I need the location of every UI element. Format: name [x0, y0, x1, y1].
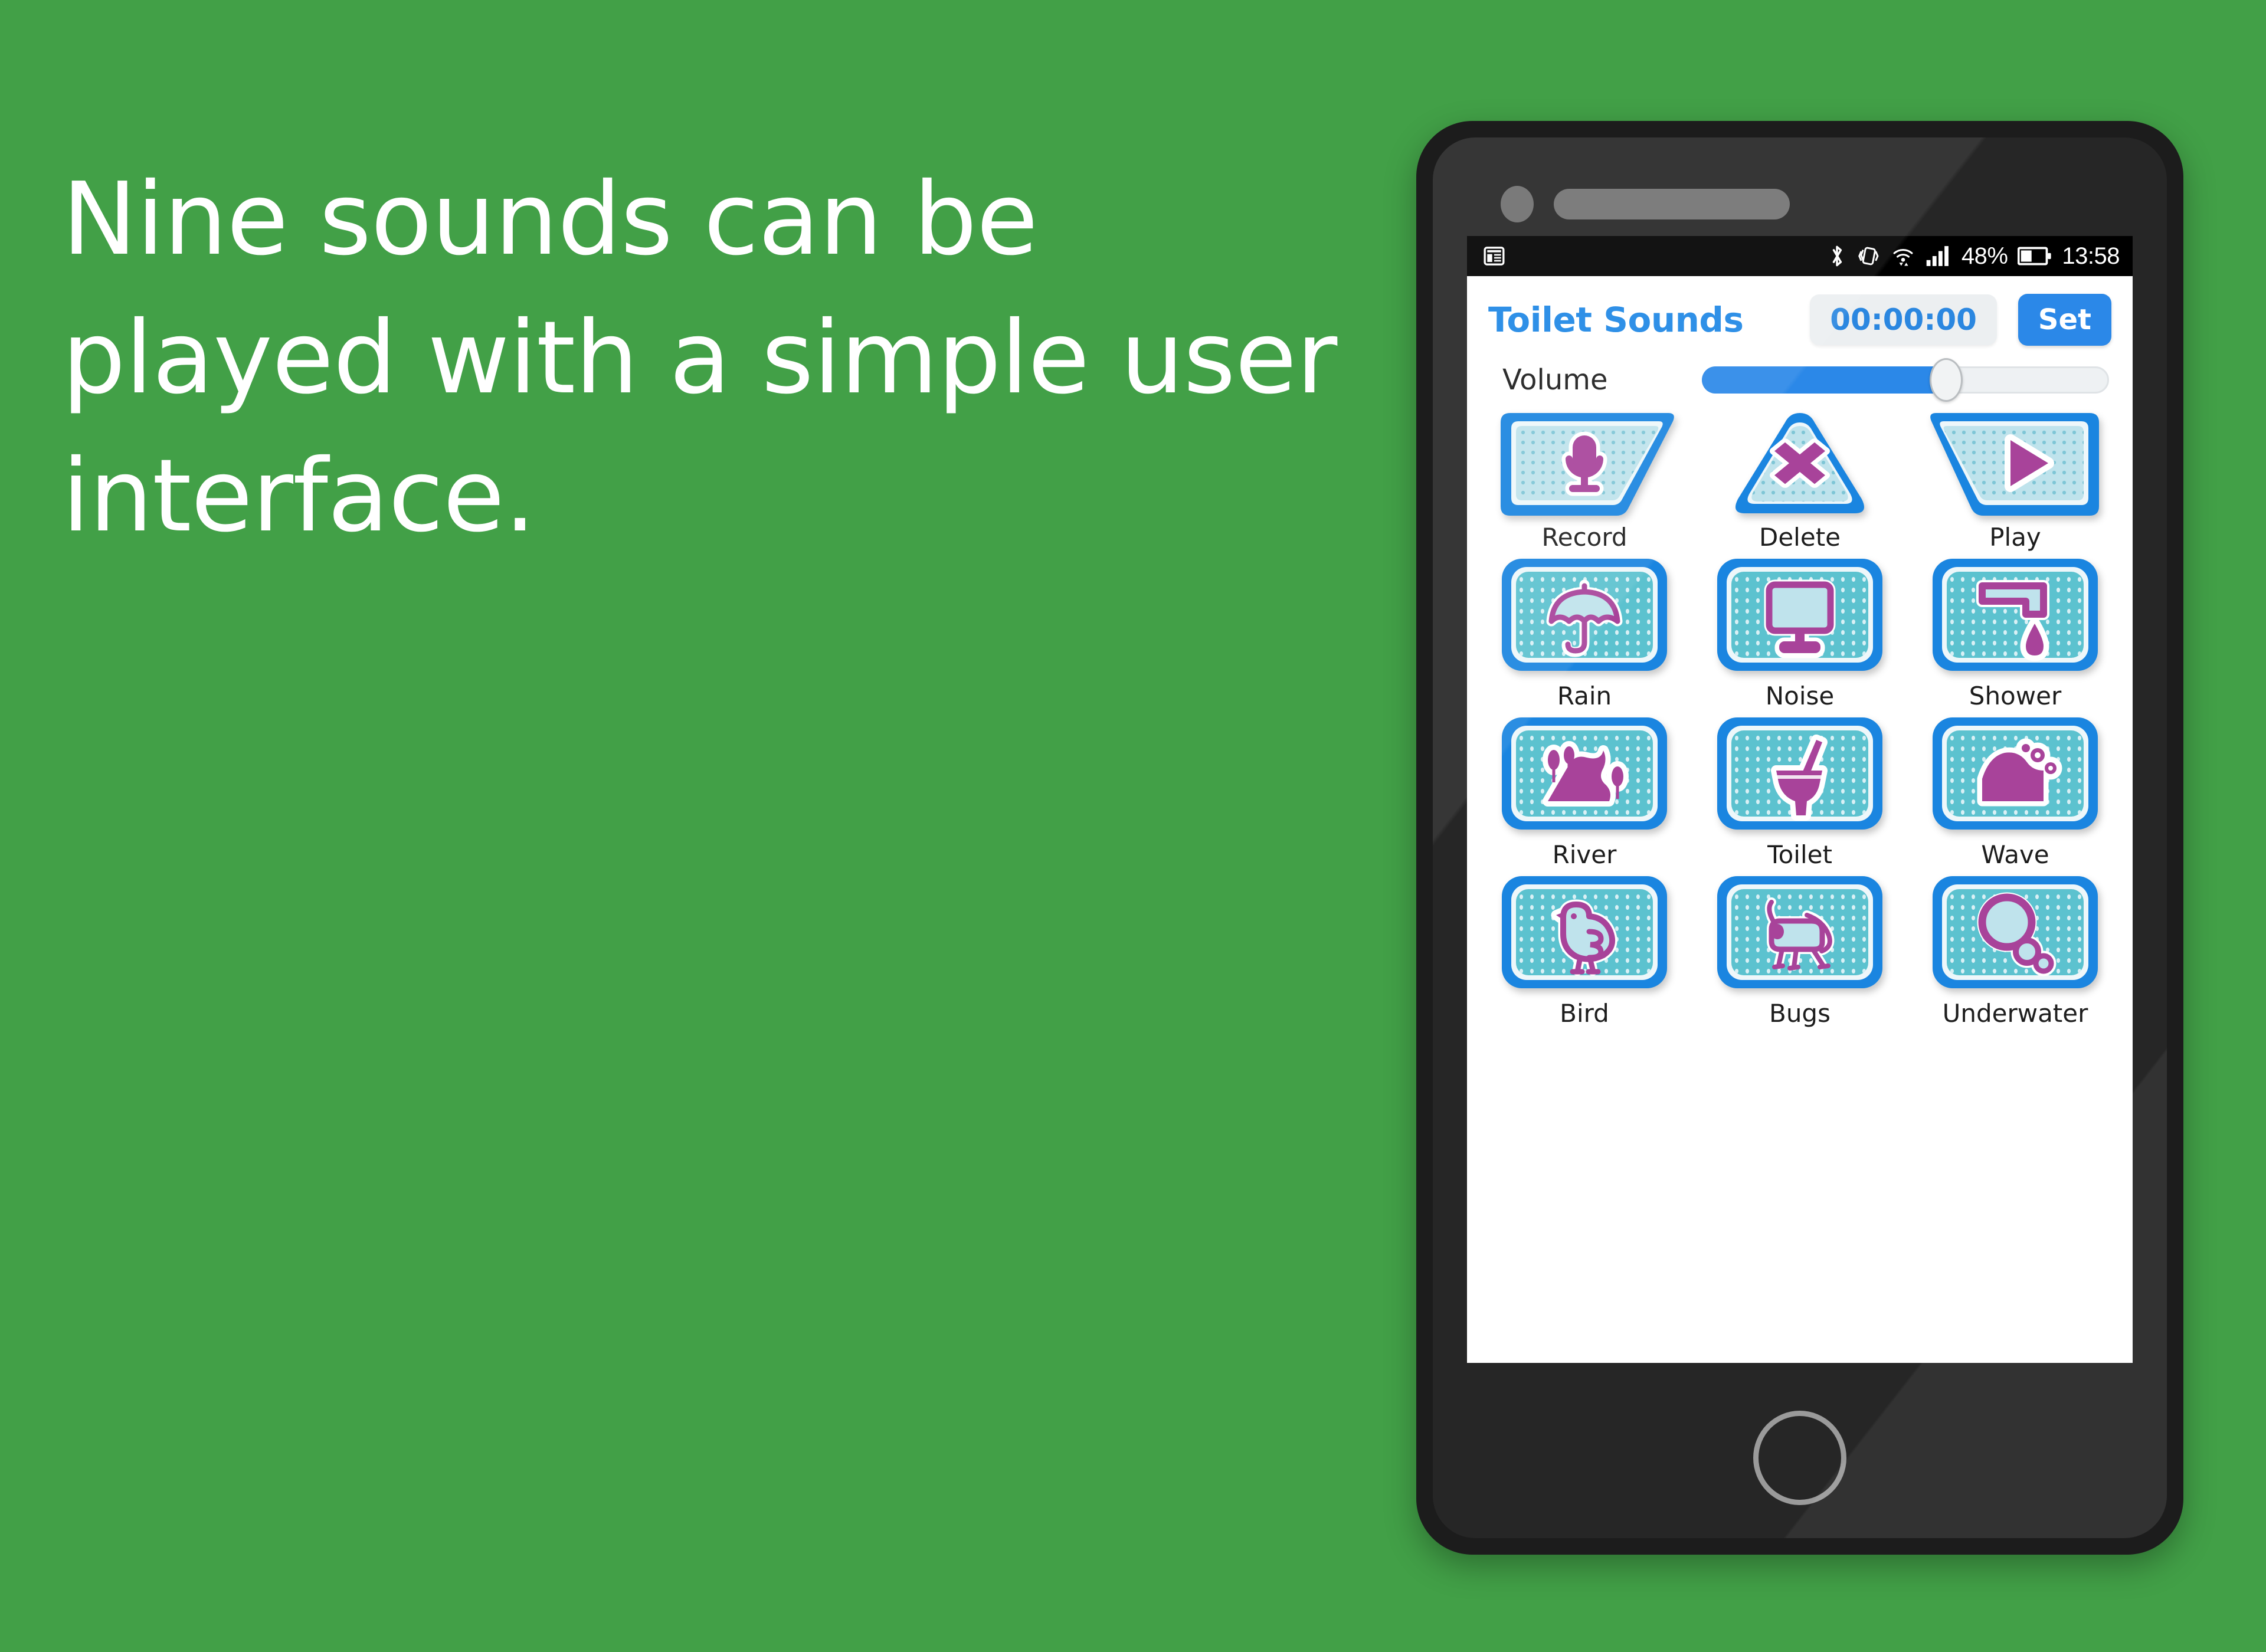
phone-bezel: 48% 13:58 Toilet Sounds 00:00:00 Set Vol…: [1433, 137, 2167, 1538]
shower-button-label: Shower: [1969, 681, 2062, 710]
status-bar-clock: 13:58: [2062, 243, 2120, 269]
volume-label: Volume: [1502, 363, 1608, 396]
noise-button-label: Noise: [1765, 681, 1835, 710]
sound-cell-noise: Noise: [1702, 555, 1897, 710]
sound-cell-bugs: Bugs: [1702, 873, 1897, 1028]
play-button-label: Play: [1989, 523, 2041, 552]
toilet-button-label: Toilet: [1767, 840, 1832, 869]
volume-slider-fill: [1702, 366, 1946, 394]
river-button[interactable]: [1497, 714, 1672, 837]
sound-cell-toilet: Toilet: [1702, 714, 1897, 869]
delete-button[interactable]: [1720, 409, 1879, 519]
speaker-grille-icon: [1554, 189, 1790, 219]
news-notification-icon: [1484, 247, 1505, 266]
record-button-label: Record: [1541, 523, 1628, 552]
record-button[interactable]: [1490, 409, 1679, 519]
transport-cell-delete: Delete: [1702, 409, 1897, 552]
set-button[interactable]: Set: [2018, 294, 2111, 346]
app-header: Toilet Sounds 00:00:00 Set: [1467, 276, 2133, 346]
battery-percent: 48%: [1961, 243, 2008, 269]
home-button-icon[interactable]: [1753, 1411, 1846, 1505]
vibrate-icon: [1858, 247, 1879, 266]
underwater-button-label: Underwater: [1942, 999, 2088, 1028]
sound-cell-wave: Wave: [1918, 714, 2113, 869]
transport-cell-record: Record: [1487, 409, 1682, 552]
sound-row-1: Rain Noise Shower: [1487, 555, 2113, 710]
phone-screen: 48% 13:58 Toilet Sounds 00:00:00 Set Vol…: [1467, 236, 2133, 1363]
river-button-label: River: [1552, 840, 1617, 869]
shower-button[interactable]: [1928, 555, 2103, 678]
play-button[interactable]: [1921, 409, 2110, 519]
toilet-button[interactable]: [1712, 714, 1887, 837]
bluetooth-icon: [1832, 245, 1842, 267]
bird-button-label: Bird: [1560, 999, 1609, 1028]
bugs-button-label: Bugs: [1769, 999, 1831, 1028]
sound-row-2: River Toilet Wave: [1487, 714, 2113, 869]
timer-value: 00:00:00: [1830, 303, 1977, 337]
wave-button[interactable]: [1928, 714, 2103, 837]
rain-button-label: Rain: [1557, 681, 1612, 710]
sound-cell-river: River: [1487, 714, 1682, 869]
delete-button-label: Delete: [1759, 523, 1841, 552]
noise-button[interactable]: [1712, 555, 1887, 678]
sound-cell-rain: Rain: [1487, 555, 1682, 710]
volume-row: Volume: [1467, 346, 2133, 402]
transport-row: Record Delete Play: [1487, 409, 2113, 552]
status-bar: 48% 13:58: [1467, 236, 2133, 276]
sound-row-3: Bird Bugs Underwater: [1487, 873, 2113, 1028]
sound-cell-underwater: Underwater: [1918, 873, 2113, 1028]
battery-icon: [2018, 247, 2052, 266]
set-button-label: Set: [2038, 303, 2091, 336]
status-bar-right: 48% 13:58: [1828, 243, 2120, 269]
camera-dot-icon: [1501, 186, 1534, 222]
microphone-icon: [1561, 431, 1607, 496]
volume-slider-thumb[interactable]: [1930, 358, 1963, 402]
sound-button-grid: Record Delete Play Rain Noise Shower Riv…: [1467, 396, 2133, 1028]
bugs-button[interactable]: [1712, 873, 1887, 995]
phone-mockup: 48% 13:58 Toilet Sounds 00:00:00 Set Vol…: [1416, 121, 2183, 1555]
wifi-icon: [1893, 249, 1913, 266]
app-title: Toilet Sounds: [1488, 300, 1744, 340]
sound-cell-bird: Bird: [1487, 873, 1682, 1028]
bird-button[interactable]: [1497, 873, 1672, 995]
page-headline: Nine sounds can be played with a simple …: [62, 161, 1337, 555]
volume-slider[interactable]: [1702, 358, 2109, 402]
timer-display[interactable]: 00:00:00: [1810, 294, 1997, 345]
signal-bars-icon: [1926, 246, 1949, 266]
sound-cell-shower: Shower: [1918, 555, 2113, 710]
rain-button[interactable]: [1497, 555, 1672, 678]
underwater-button[interactable]: [1928, 873, 2103, 995]
transport-cell-play: Play: [1918, 409, 2113, 552]
tv-monitor-icon: [1764, 579, 1836, 658]
wave-button-label: Wave: [1981, 840, 2049, 869]
